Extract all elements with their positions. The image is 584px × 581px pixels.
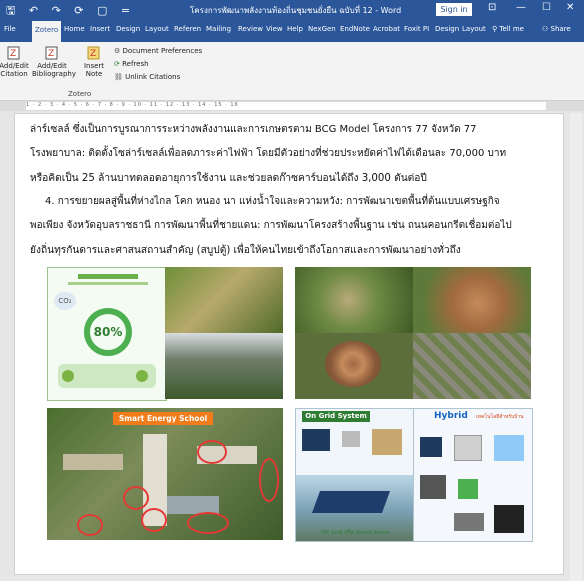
note-icon: Z	[87, 46, 100, 60]
smart-energy-school-image: Smart Energy School	[47, 408, 283, 540]
paragraph-line: หรือคิดเป็น 25 ล้านบาทตลอดอายุการใช้งาน …	[30, 173, 427, 184]
tab-file[interactable]: File	[4, 25, 16, 33]
refresh-button[interactable]: ⟳ Refresh	[114, 60, 149, 68]
tab-insert[interactable]: Insert	[90, 25, 110, 33]
energy-infographic-image: CO₂ 80%	[47, 267, 167, 401]
tab-zotero[interactable]: Zotero	[32, 21, 62, 42]
close-icon[interactable]: ✕	[566, 2, 574, 13]
refresh-icon: ⟳	[114, 60, 120, 68]
title-bar: 🖫 ↶ ↷ ⟳ ▢ = โครงการพัฒนาพลังงานท้องถิ่นช…	[0, 0, 584, 20]
on-grid-system-image: On Grid System Off Grid หรือ Stand Alone	[295, 408, 415, 542]
tab-home[interactable]: Home	[64, 25, 85, 33]
svg-text:Z: Z	[48, 49, 54, 59]
greenhouse-photo	[165, 333, 283, 399]
svg-text:Z: Z	[10, 49, 16, 59]
tab-references[interactable]: Referen	[174, 25, 201, 33]
paragraph-line: โรงพยาบาล: ติดตั้งโซล่าร์เซลล์เพื่อลดภาร…	[30, 148, 507, 159]
tab-acrobat[interactable]: Acrobat	[373, 25, 400, 33]
vertical-scrollbar[interactable]	[570, 113, 582, 581]
tab-endnote[interactable]: EndNote	[340, 25, 370, 33]
document-page[interactable]: ล่าร์เซลล์ ซึ่งเป็นการบูรณาการระหว่างพลั…	[14, 113, 564, 575]
tab-view[interactable]: View	[266, 25, 283, 33]
co2-label: CO₂	[54, 292, 76, 310]
paving-stones-photo	[413, 333, 531, 399]
gear-icon: ⚙	[114, 47, 121, 55]
circular-structure-photo	[295, 333, 413, 399]
tab-review[interactable]: Review	[238, 25, 263, 33]
hybrid-label: Hybrid	[434, 411, 468, 421]
garden-photo	[165, 267, 283, 333]
refresh-label: Refresh	[122, 60, 149, 68]
aerial-pond-photo	[413, 267, 531, 333]
unlink-icon: ⛓	[114, 73, 123, 81]
document-preferences-button[interactable]: ⚙ Document Preferences	[114, 47, 202, 55]
ribbon-tabs: File Zotero Home Insert Design Layout Re…	[0, 20, 584, 42]
ribbon-panel: Z Add/Edit Citation Z Add/Edit Bibliogra…	[0, 42, 584, 101]
percent-label: 80%	[84, 308, 132, 356]
paragraph-line: ยังถิ่นทุรกันดารและศาสนสถานสำคัญ (สบูปตู…	[30, 245, 461, 256]
insert-note-button[interactable]: Z Insert Note	[80, 46, 108, 78]
insert-note-label: Insert Note	[83, 62, 105, 78]
tab-help[interactable]: Help	[287, 25, 303, 33]
tell-me-search[interactable]: ⚲ Tell me	[492, 25, 524, 33]
tab-design[interactable]: Design	[116, 25, 140, 33]
share-label: Share	[550, 25, 571, 33]
bibliography-icon: Z	[45, 46, 58, 60]
tell-me-label: Tell me	[499, 25, 524, 33]
paragraph-line: พอเพียง จังหวัดอุบลราชธานี การพัฒนาพื้นท…	[30, 220, 512, 231]
ribbon-display-icon[interactable]: ⊡	[488, 2, 496, 13]
smart-energy-label: Smart Energy School	[113, 412, 213, 425]
add-edit-citation-button[interactable]: Z Add/Edit Citation	[0, 46, 34, 78]
add-edit-bibliography-label: Add/Edit Bibliography	[32, 62, 76, 78]
maximize-icon[interactable]: ☐	[542, 2, 551, 13]
unlink-citations-label: Unlink Citations	[125, 73, 181, 81]
share-button[interactable]: ⚇ Share	[542, 25, 571, 33]
aerial-farm-photo	[295, 267, 413, 333]
paragraph-line: 4. การขยายผลสู่พื้นที่ห่างไกล โคก หนอง น…	[45, 196, 500, 207]
paragraph-line: ล่าร์เซลล์ ซึ่งเป็นการบูรณาการระหว่างพลั…	[30, 124, 477, 135]
on-grid-label: On Grid System	[302, 411, 370, 422]
hybrid-sub-label: เทคโนโลยีสำหรับบ้าน	[476, 414, 524, 420]
document-preferences-label: Document Preferences	[122, 47, 203, 55]
citation-icon: Z	[7, 46, 20, 60]
tab-nexgen[interactable]: NexGen	[308, 25, 336, 33]
sign-in-button[interactable]: Sign in	[436, 3, 472, 16]
add-edit-citation-label: Add/Edit Citation	[0, 62, 29, 78]
ruler-marks: 1 · 2 · 3 · 4 · 5 · 6 · 7 · 8 · 9 · 10 ·…	[26, 102, 546, 110]
add-edit-bibliography-button[interactable]: Z Add/Edit Bibliography	[32, 46, 76, 78]
tab-layout[interactable]: Layout	[145, 25, 169, 33]
document-title: โครงการพัฒนาพลังงานท้องถิ่นชุมชนยั่งยืน …	[190, 6, 402, 15]
off-grid-label: Off Grid หรือ Stand Alone	[320, 530, 390, 536]
svg-text:Z: Z	[90, 49, 96, 59]
unlink-citations-button[interactable]: ⛓ Unlink Citations	[114, 73, 180, 81]
horizontal-ruler[interactable]: 1 · 2 · 3 · 4 · 5 · 6 · 7 · 8 · 9 · 10 ·…	[0, 101, 584, 111]
tab-table-layout[interactable]: Layout	[462, 25, 486, 33]
minimize-icon[interactable]: —	[516, 2, 526, 13]
tab-mailings[interactable]: Mailing	[206, 25, 231, 33]
quick-access-toolbar[interactable]: 🖫 ↶ ↷ ⟳ ▢ =	[6, 2, 135, 21]
tab-table-design[interactable]: Design	[435, 25, 459, 33]
tab-foxit[interactable]: Foxit PI	[404, 25, 429, 33]
zotero-group-label: Zotero	[68, 90, 92, 98]
hybrid-system-image: Hybrid เทคโนโลยีสำหรับบ้าน	[413, 408, 533, 542]
